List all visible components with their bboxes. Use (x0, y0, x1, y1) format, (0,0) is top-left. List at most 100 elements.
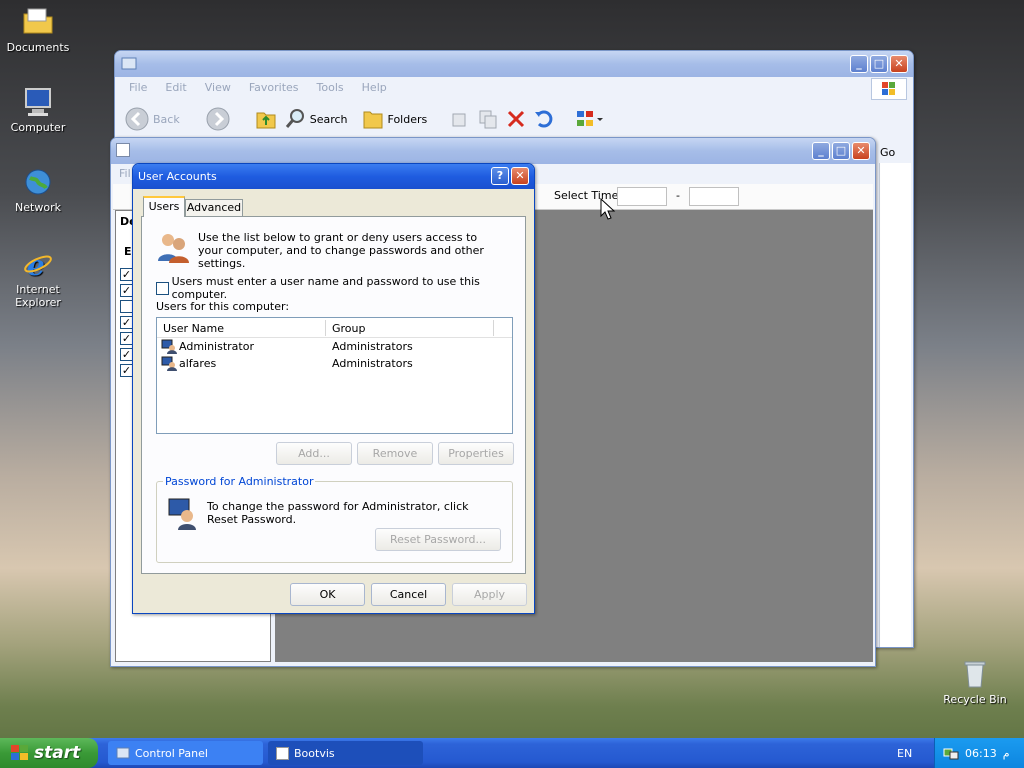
desktop-icon-internet-explorer[interactable]: e Internet Explorer (0, 248, 76, 309)
desktop-icon-recycle-bin[interactable]: Recycle Bin (937, 658, 1013, 706)
search-icon (285, 109, 304, 128)
user-rows: Administrator Administrators alfares Admini… (157, 338, 512, 372)
minimize-button[interactable]: _ (812, 142, 830, 160)
search-button[interactable]: Search (284, 108, 348, 130)
views-icon[interactable] (575, 108, 605, 130)
users-list-label: Users for this computer: (156, 300, 290, 313)
menu-favorites[interactable]: Favorites (249, 81, 299, 95)
password-text: To change the password for Administrator… (207, 500, 469, 526)
bootvis-icon (276, 746, 289, 760)
add-button[interactable]: Add... (276, 442, 352, 465)
group-cell: Administrators (332, 340, 413, 353)
close-button[interactable]: ✕ (890, 55, 908, 73)
move-to-icon[interactable] (449, 108, 471, 130)
taskbar-item-bootvis[interactable]: Bootvis (268, 741, 423, 765)
column-group[interactable]: Group (332, 322, 366, 335)
remove-button[interactable]: Remove (357, 442, 433, 465)
menu-view[interactable]: View (205, 81, 231, 95)
user-accounts-dialog[interactable]: User Accounts ? ✕ Users Advanced Use the… (132, 163, 535, 614)
reset-password-button[interactable]: Reset Password... (375, 528, 501, 551)
users-icon (158, 234, 189, 263)
copy-to-icon[interactable] (477, 108, 499, 130)
tab-users[interactable]: Users (143, 196, 185, 217)
desktop-icon-label: Computer (10, 121, 66, 134)
back-button[interactable]: Back (125, 107, 180, 131)
must-login-label: Users must enter a user name and passwor… (171, 275, 480, 301)
bootvis-menu-file[interactable]: Fil (119, 167, 131, 180)
must-login-checkbox[interactable] (156, 281, 169, 295)
menu-help[interactable]: Help (362, 81, 387, 95)
maximize-button[interactable]: □ (832, 142, 850, 160)
control-panel-icon (116, 747, 130, 759)
select-time-start-field[interactable] (617, 187, 667, 206)
desktop-icon-label: Documents (6, 41, 70, 54)
recycle-bin-icon (964, 661, 986, 688)
apply-button[interactable]: Apply (452, 583, 527, 606)
folders-icon (363, 111, 383, 129)
toolbar: Back Search Folders (115, 99, 913, 139)
desktop-icon-label: Recycle Bin (943, 693, 1007, 706)
cancel-button[interactable]: Cancel (371, 583, 446, 606)
start-button[interactable]: start (0, 738, 98, 768)
user-icon (161, 356, 177, 371)
admin-user-icon (168, 498, 196, 530)
taskbar: start Control Panel Bootvis EN 06:13 م (0, 738, 1024, 768)
desktop-icon-computer[interactable]: Computer (0, 86, 76, 134)
password-group-title: Password for Administrator (163, 475, 316, 488)
language-indicator[interactable]: EN (897, 747, 912, 760)
left-panel-subheading: E (124, 245, 132, 258)
mouse-cursor-icon (600, 198, 616, 220)
table-row[interactable]: Administrator Administrators (157, 338, 512, 355)
list-header: User Name Group (157, 318, 512, 338)
clock-ampm: م (1002, 746, 1010, 760)
minimize-button[interactable]: _ (850, 55, 868, 73)
forward-arrow-icon[interactable] (206, 107, 230, 131)
table-row[interactable]: alfares Administrators (157, 355, 512, 372)
bootvis-titlebar[interactable]: _ □ ✕ (111, 138, 875, 164)
menu-bar: File Edit View Favorites Tools Help (115, 77, 913, 99)
menu-edit[interactable]: Edit (165, 81, 186, 95)
user-name-cell: Administrator (179, 340, 254, 353)
go-button[interactable]: Go (880, 146, 895, 159)
user-icon (161, 339, 177, 354)
clock[interactable]: 06:13 (965, 747, 997, 760)
windows-flag-icon (882, 82, 895, 95)
close-button[interactable]: ✕ (511, 167, 529, 185)
network-icon (25, 169, 51, 195)
control-panel-titlebar[interactable]: _ □ ✕ (115, 51, 913, 77)
dialog-titlebar[interactable]: User Accounts ? ✕ (133, 164, 534, 189)
select-time-end-field[interactable] (689, 187, 739, 206)
maximize-button[interactable]: □ (870, 55, 888, 73)
column-divider (493, 320, 494, 336)
network-tray-icon[interactable] (943, 745, 959, 761)
ok-button[interactable]: OK (290, 583, 365, 606)
column-user-name[interactable]: User Name (163, 322, 224, 335)
column-divider (325, 320, 326, 336)
desktop-icon-documents[interactable]: Documents (0, 6, 76, 54)
desktop-icon-label: Internet Explorer (15, 283, 61, 309)
svg-text:e: e (27, 249, 45, 280)
up-folder-icon[interactable] (254, 107, 278, 131)
bootvis-app-icon (116, 143, 130, 157)
menu-file[interactable]: File (129, 81, 147, 95)
undo-icon[interactable] (533, 108, 555, 130)
taskbar-item-control-panel[interactable]: Control Panel (108, 741, 263, 765)
users-list[interactable]: User Name Group Administrator Administrat… (156, 317, 513, 434)
computer-icon (25, 88, 51, 116)
user-name-cell: alfares (179, 357, 217, 370)
help-button[interactable]: ? (491, 167, 509, 185)
tab-advanced[interactable]: Advanced (185, 199, 243, 217)
desktop-icon-label: Network (15, 201, 61, 214)
folders-button[interactable]: Folders (362, 108, 427, 130)
back-arrow-icon (125, 107, 149, 131)
password-group: Password for Administrator To change the… (156, 475, 513, 563)
desktop-icon-network[interactable]: Network (0, 166, 76, 214)
time-range-separator: - (676, 189, 680, 202)
folder-icon (23, 8, 53, 34)
delete-icon[interactable] (505, 108, 527, 130)
close-button[interactable]: ✕ (852, 142, 870, 160)
group-cell: Administrators (332, 357, 413, 370)
menu-tools[interactable]: Tools (317, 81, 344, 95)
properties-button[interactable]: Properties (438, 442, 514, 465)
must-login-row[interactable]: Users must enter a user name and passwor… (156, 275, 525, 301)
